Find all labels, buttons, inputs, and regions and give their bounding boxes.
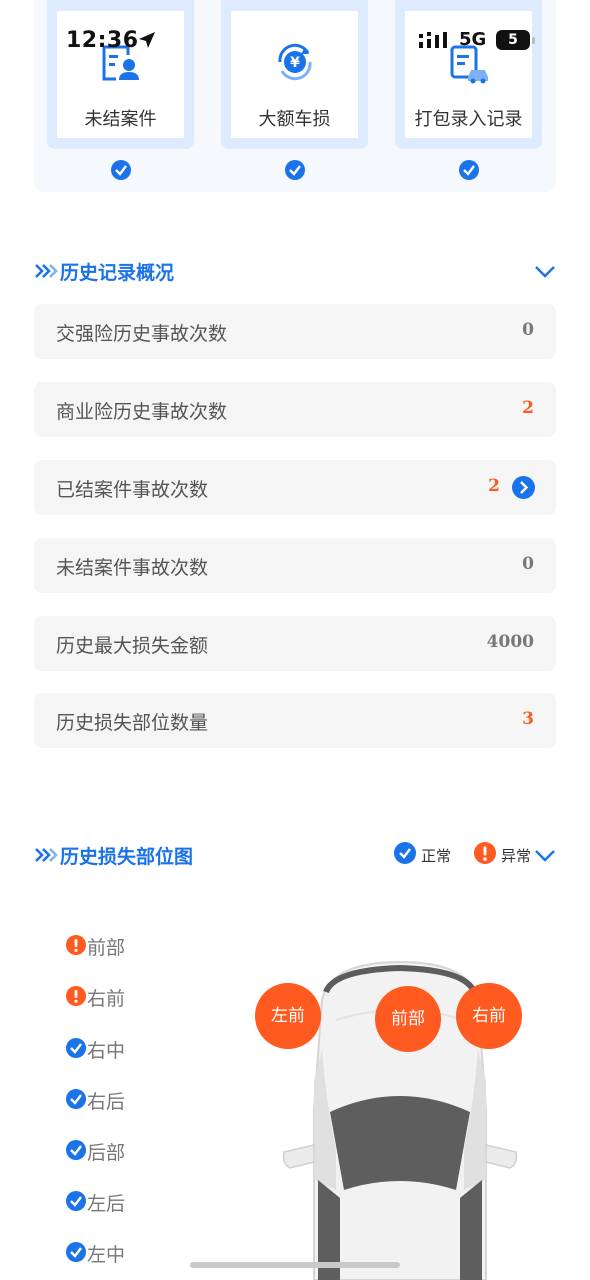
row-value: 4000	[486, 632, 534, 652]
feature-card-package-records[interactable]: 打包录入记录	[395, 0, 542, 149]
row-label: 历史最大损失金额	[56, 635, 209, 657]
damage-bubble-right-front[interactable]: 右前	[456, 983, 522, 1049]
check-circle-icon	[66, 1191, 86, 1211]
history-row: 交强险历史事故次数 0	[34, 304, 556, 359]
part-label: 左中	[87, 1244, 126, 1266]
section-title: 历史损失部位图	[60, 846, 194, 868]
feature-label: 打包录入记录	[414, 109, 523, 130]
part-label: 右中	[87, 1040, 126, 1062]
exclamation-circle-icon	[66, 986, 86, 1006]
row-value: 3	[522, 709, 534, 729]
check-circle-icon	[66, 1242, 86, 1262]
row-value: 0	[522, 554, 534, 574]
history-row-closed-cases[interactable]: 已结案件事故次数 2	[34, 460, 556, 515]
check-circle-icon	[66, 1038, 86, 1058]
row-label: 历史损失部位数量	[56, 712, 209, 734]
double-chevron-icon	[35, 264, 58, 278]
check-circle-icon[interactable]	[111, 160, 131, 180]
check-circle-icon	[394, 842, 416, 864]
exclamation-circle-icon	[66, 935, 86, 955]
part-label: 右后	[87, 1091, 126, 1113]
part-label: 右前	[87, 988, 126, 1010]
chevron-down-icon[interactable]	[534, 844, 556, 866]
feature-card-large-damage[interactable]: ¥ 大额车损	[221, 0, 368, 149]
exclamation-circle-icon	[474, 842, 496, 864]
yen-refresh-icon: ¥	[278, 43, 312, 81]
damage-bubble-left-front[interactable]: 左前	[255, 983, 321, 1049]
row-label: 交强险历史事故次数	[56, 323, 228, 345]
double-chevron-icon	[35, 848, 58, 862]
row-value: 0	[522, 320, 534, 340]
history-section-header: 历史记录概况	[34, 256, 556, 286]
legend-label: 正常	[421, 847, 452, 865]
car-diagram: 左前 前部 右前	[255, 940, 530, 1280]
row-label: 商业险历史事故次数	[56, 401, 228, 423]
history-row: 商业险历史事故次数 2	[34, 382, 556, 437]
feature-card-unclosed-cases[interactable]: 未结案件	[47, 0, 194, 149]
history-row: 未结案件事故次数 0	[34, 538, 556, 593]
legend-label: 异常	[501, 847, 532, 865]
check-circle-icon[interactable]	[459, 160, 479, 180]
history-row: 历史最大损失金额 4000	[34, 616, 556, 671]
part-label: 前部	[87, 937, 126, 959]
home-indicator[interactable]	[190, 1262, 400, 1268]
car-record-icon	[450, 45, 488, 84]
part-label: 后部	[87, 1142, 126, 1164]
chevron-right-circle-icon[interactable]	[512, 476, 535, 499]
part-label: 左后	[87, 1193, 126, 1215]
damage-bubble-front[interactable]: 前部	[375, 986, 441, 1052]
row-value: 2	[522, 398, 534, 418]
row-label: 未结案件事故次数	[56, 557, 209, 579]
check-circle-icon	[66, 1140, 86, 1160]
chevron-down-icon[interactable]	[534, 260, 556, 282]
check-circle-icon	[66, 1089, 86, 1109]
history-row: 历史损失部位数量 3	[34, 693, 556, 748]
row-value: 2	[488, 476, 500, 496]
check-circle-icon[interactable]	[285, 160, 305, 180]
feature-panel: 未结案件 ¥ 大额车损 打包录入记录	[34, 0, 556, 192]
document-user-icon	[102, 45, 139, 81]
section-title: 历史记录概况	[60, 262, 175, 284]
row-label: 已结案件事故次数	[56, 479, 209, 501]
feature-label: 大额车损	[258, 109, 331, 130]
svg-text:¥: ¥	[290, 55, 300, 71]
feature-label: 未结案件	[84, 109, 157, 130]
